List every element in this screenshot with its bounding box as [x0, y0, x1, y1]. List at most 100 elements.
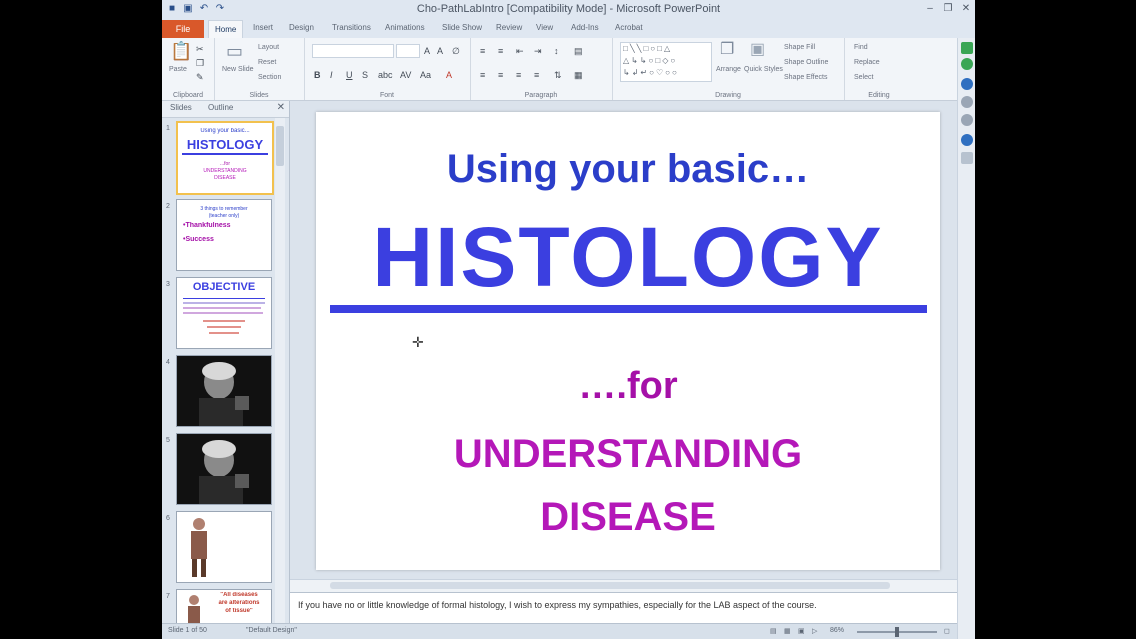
shadow-icon[interactable]: S — [362, 70, 368, 80]
tab-slide-show[interactable]: Slide Show — [442, 23, 482, 32]
slide-canvas[interactable]: Using your basic… HISTOLOGY ….for UNDERS… — [316, 112, 940, 570]
align-center-icon[interactable]: ≡ — [498, 70, 503, 80]
plugin-gray-2-icon[interactable] — [961, 114, 973, 126]
slide-line-understanding[interactable]: UNDERSTANDING — [316, 432, 940, 477]
slide-thumbnail-7[interactable]: "All diseases are alterations of tissue" — [176, 589, 272, 625]
cut-icon[interactable]: ✂ — [196, 44, 204, 54]
notes-pane[interactable]: If you have no or little knowledge of fo… — [290, 592, 957, 624]
plugin-globe-icon[interactable] — [961, 134, 973, 146]
new-slide-button[interactable]: New Slide — [222, 66, 254, 73]
decrease-indent-icon[interactable]: ⇤ — [516, 46, 524, 56]
shape-effects-button[interactable]: Shape Effects — [784, 74, 827, 81]
slide-thumbnail-2[interactable]: 3 things to remember (teacher only) •Tha… — [176, 199, 272, 271]
grow-font-icon[interactable]: A — [424, 46, 430, 56]
normal-view-icon[interactable]: ▤ — [770, 627, 777, 635]
paste-icon[interactable]: 📋 — [170, 42, 192, 60]
slide-line-for[interactable]: ….for — [316, 365, 940, 408]
slide-thumbnail-6[interactable] — [176, 511, 272, 583]
thumbnails-scrollbar[interactable] — [275, 118, 285, 623]
arrange-button[interactable]: Arrange — [716, 66, 741, 73]
plugin-gray-icon[interactable] — [961, 96, 973, 108]
section-button[interactable]: Section — [258, 74, 281, 81]
bullets-icon[interactable]: ≡ — [480, 46, 485, 56]
plugin-blue-icon[interactable] — [961, 78, 973, 90]
format-painter-icon[interactable]: ✎ — [196, 72, 204, 82]
new-slide-icon[interactable]: ▭ — [226, 42, 243, 60]
increase-indent-icon[interactable]: ⇥ — [534, 46, 542, 56]
zoom-slider[interactable] — [857, 627, 937, 637]
find-button[interactable]: Find — [854, 44, 868, 51]
scrollbar-thumb[interactable] — [276, 126, 284, 166]
tab-animations[interactable]: Animations — [385, 23, 425, 32]
align-left-icon[interactable]: ≡ — [480, 70, 485, 80]
slide-sorter-icon[interactable]: ▦ — [784, 627, 791, 635]
layout-button[interactable]: Layout — [258, 44, 279, 51]
tab-add-ins[interactable]: Add-Ins — [571, 23, 599, 32]
line-spacing-icon[interactable]: ↕ — [554, 46, 559, 56]
portrait-image — [199, 362, 249, 426]
tab-home[interactable]: Home — [208, 20, 244, 39]
slide-thumbnail-5[interactable] — [176, 433, 272, 505]
tab-review[interactable]: Review — [496, 23, 522, 32]
tab-view[interactable]: View — [536, 23, 553, 32]
quick-styles-button[interactable]: Quick Styles — [744, 66, 783, 73]
tab-transitions[interactable]: Transitions — [332, 23, 371, 32]
notes-text[interactable]: If you have no or little knowledge of fo… — [298, 600, 817, 610]
minimize-icon[interactable]: – — [922, 2, 938, 16]
justify-icon[interactable]: ≡ — [534, 70, 539, 80]
align-right-icon[interactable]: ≡ — [516, 70, 521, 80]
tab-insert[interactable]: Insert — [253, 23, 273, 32]
shrink-font-icon[interactable]: A — [437, 46, 443, 56]
underline-icon[interactable]: U — [346, 70, 353, 80]
change-case-icon[interactable]: Aa — [420, 70, 431, 80]
plugin-box-icon[interactable] — [961, 152, 973, 164]
restore-icon[interactable]: ❐ — [940, 2, 956, 16]
strikethrough-icon[interactable]: abc — [378, 70, 393, 80]
horizontal-scrollbar[interactable] — [290, 579, 957, 592]
close-icon[interactable]: ✕ — [958, 2, 974, 16]
zoom-level[interactable]: 86% — [830, 627, 844, 634]
slide-title-histology[interactable]: HISTOLOGY — [316, 209, 940, 306]
spacing-icon[interactable]: AV — [400, 70, 411, 80]
shape-fill-button[interactable]: Shape Fill — [784, 44, 815, 51]
fit-slide-icon[interactable]: ◻ — [944, 627, 950, 635]
paste-button[interactable]: Paste — [169, 66, 187, 73]
tab-acrobat[interactable]: Acrobat — [615, 23, 643, 32]
arrange-icon[interactable]: ❐ — [720, 42, 734, 58]
font-name-dropdown[interactable] — [312, 44, 394, 58]
smartart-icon[interactable]: ▦ — [574, 70, 583, 80]
font-color-icon[interactable]: A — [446, 70, 452, 80]
slide-thumbnail-1[interactable]: Using your basic... HISTOLOGY ...for UND… — [176, 121, 274, 195]
font-size-dropdown[interactable] — [396, 44, 420, 58]
shapes-gallery[interactable]: □╲╲□○□△ △↳↳○□◇○ ↳↲↵○♡○○ — [620, 42, 712, 82]
reset-button[interactable]: Reset — [258, 59, 276, 66]
thumb-text: •Thankfulness — [183, 222, 231, 229]
slideshow-icon[interactable]: ▷ — [812, 627, 817, 635]
copy-icon[interactable]: ❐ — [196, 58, 204, 68]
tab-design[interactable]: Design — [289, 23, 314, 32]
text-direction-icon[interactable]: ⇅ — [554, 70, 562, 80]
tab-outline[interactable]: Outline — [208, 103, 233, 112]
slide-thumbnail-4[interactable] — [176, 355, 272, 427]
plugin-green-circle-icon[interactable] — [961, 58, 973, 70]
quick-styles-icon[interactable]: ▣ — [750, 42, 765, 58]
italic-icon[interactable]: I — [330, 70, 333, 80]
columns-icon[interactable]: ▤ — [574, 46, 583, 56]
tab-slides[interactable]: Slides — [170, 103, 192, 112]
numbering-icon[interactable]: ≡ — [498, 46, 503, 56]
close-pane-icon[interactable]: ✕ — [277, 102, 285, 113]
tab-file[interactable]: File — [162, 20, 204, 38]
bold-icon[interactable]: B — [314, 70, 321, 80]
replace-button[interactable]: Replace — [854, 59, 880, 66]
clear-format-icon[interactable]: ∅ — [452, 46, 460, 56]
reading-view-icon[interactable]: ▣ — [798, 627, 805, 635]
scrollbar-thumb[interactable] — [330, 582, 890, 589]
slide-line-using-your-basic[interactable]: Using your basic… — [316, 147, 940, 192]
zoom-slider-handle[interactable] — [895, 627, 899, 637]
select-button[interactable]: Select — [854, 74, 873, 81]
slide-line-disease[interactable]: DISEASE — [316, 495, 940, 540]
plugin-green-icon[interactable] — [961, 42, 973, 54]
slide-number: 7 — [166, 593, 170, 600]
slide-thumbnail-3[interactable]: OBJECTIVE — [176, 277, 272, 349]
shape-outline-button[interactable]: Shape Outline — [784, 59, 828, 66]
